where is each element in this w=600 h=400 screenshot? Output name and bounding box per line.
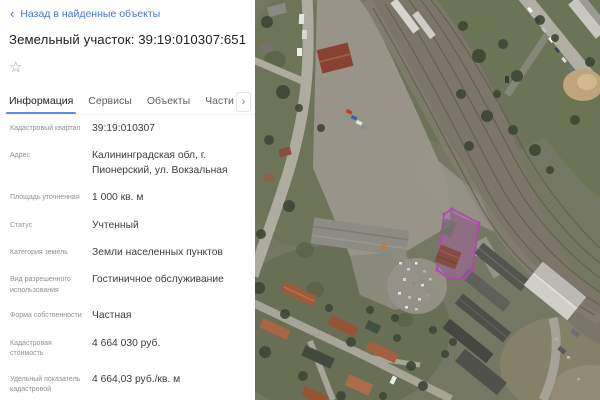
back-link[interactable]: ‹ Назад в найденные объекты bbox=[10, 8, 160, 20]
field-label: Кадастровая стоимость bbox=[10, 337, 84, 360]
field-row-area: Площадь уточненная 1 000 кв. м bbox=[10, 191, 250, 205]
field-label: Кадастровый квартал bbox=[10, 122, 84, 136]
field-label: Статус bbox=[10, 219, 84, 233]
field-label: Форма собственности bbox=[10, 309, 84, 323]
field-value: Частная bbox=[92, 309, 250, 323]
tabs-scroll-right-button[interactable]: › bbox=[236, 92, 251, 112]
tab-bar: Информация Сервисы Объекты Части ЗУ Сост… bbox=[0, 90, 255, 115]
cadastral-map-app: ‹ Назад в найденные объекты Земельный уч… bbox=[0, 0, 600, 400]
object-info-panel: ‹ Назад в найденные объекты Земельный уч… bbox=[0, 0, 255, 400]
field-row-cadastral-quarter: Кадастровый квартал 39:19:010307 bbox=[10, 122, 250, 136]
field-row-permitted-use: Вид разрешенного использования Гостиничн… bbox=[10, 273, 250, 296]
field-label: Категория земель bbox=[10, 246, 84, 260]
field-value: Гостиничное обслуживание bbox=[92, 273, 250, 296]
field-value: Учтенный bbox=[92, 219, 250, 233]
tab-services[interactable]: Сервисы bbox=[88, 95, 132, 109]
field-value: 39:19:010307 bbox=[92, 122, 250, 136]
satellite-map[interactable] bbox=[255, 0, 600, 400]
info-fields: Кадастровый квартал 39:19:010307 Адрес К… bbox=[10, 122, 250, 400]
field-row-ownership: Форма собственности Частная bbox=[10, 309, 250, 323]
field-row-land-category: Категория земель Земли населенных пункто… bbox=[10, 246, 250, 260]
map-viewport[interactable] bbox=[255, 0, 600, 400]
field-label: Адрес bbox=[10, 149, 84, 178]
field-row-address: Адрес Калининградская обл, г. Пионерский… bbox=[10, 149, 250, 178]
favorite-star-icon[interactable]: ☆ bbox=[9, 58, 29, 78]
field-label: Удельный показатель кадастровой bbox=[10, 373, 84, 396]
back-link-label: Назад в найденные объекты bbox=[20, 8, 160, 20]
field-label: Вид разрешенного использования bbox=[10, 273, 84, 296]
field-row-cadastral-value: Кадастровая стоимость 4 664 030 руб. bbox=[10, 337, 250, 360]
tab-objects[interactable]: Объекты bbox=[147, 95, 190, 109]
field-value: Земли населенных пунктов bbox=[92, 246, 250, 260]
tab-information[interactable]: Информация bbox=[9, 95, 73, 109]
field-label: Площадь уточненная bbox=[10, 191, 84, 205]
field-row-specific-value: Удельный показатель кадастровой 4 664,03… bbox=[10, 373, 250, 396]
field-row-status: Статус Учтенный bbox=[10, 219, 250, 233]
field-value: 4 664,03 руб./кв. м bbox=[92, 373, 250, 396]
field-value: 4 664 030 руб. bbox=[92, 337, 250, 360]
field-value: 1 000 кв. м bbox=[92, 191, 250, 205]
page-title: Земельный участок: 39:19:010307:651 bbox=[9, 32, 249, 47]
chevron-left-icon: ‹ bbox=[10, 9, 14, 19]
field-value: Калининградская обл, г. Пионерский, ул. … bbox=[92, 149, 250, 178]
